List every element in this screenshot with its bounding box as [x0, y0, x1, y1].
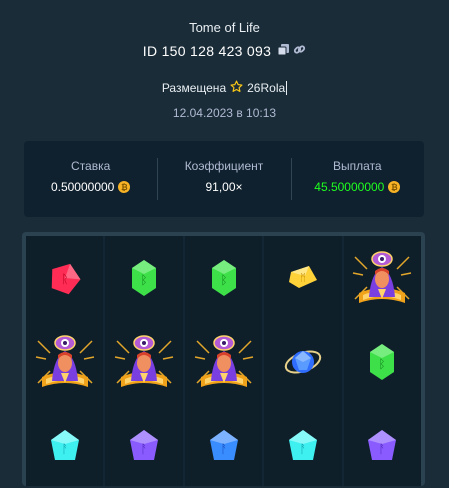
slot-reels: ᚱ ᚨᛒ ᚨᛒ ᚨ ᛗ ᚨ ᛒ ᚨ — [26, 236, 422, 488]
bet-value: 0.50000000 — [50, 180, 115, 194]
svg-text:ᚨ: ᚨ — [141, 442, 148, 456]
username-link[interactable]: 26Rola — [247, 81, 285, 95]
payout-stat: Выплата 45.50000000 ₿ — [290, 141, 424, 217]
game-title: Tome of Life — [189, 20, 260, 35]
bet-stats-panel: Ставка 0.50000000 ₿ Коэффициент 91,00× В… — [24, 141, 424, 217]
payout-label: Выплата — [333, 159, 382, 173]
blue-orb-gem-symbol — [264, 320, 341, 404]
svg-text:ᛒ: ᛒ — [220, 273, 227, 287]
red-rune-gem-symbol: ᚱ — [26, 236, 103, 320]
cyan-rune-gem-symbol: ᚨ — [26, 404, 103, 488]
slot-board: ᚱ ᚨᛒ ᚨᛒ ᚨ ᛗ ᚨ ᛒ ᚨ — [22, 232, 425, 486]
bet-date: 12.04.2023 в 10:13 — [172, 106, 277, 120]
vip-star-icon — [230, 80, 243, 96]
bitcoin-coin-icon: ₿ — [118, 181, 131, 193]
reel-3: ᛒ ᚨ — [184, 236, 263, 488]
placed-by-row: Размещена 26Rola — [0, 80, 449, 96]
blue-rune-gem-symbol: ᚨ — [185, 404, 262, 488]
green-rune-gem-symbol: ᛒ — [105, 236, 182, 320]
payout-value: 45.50000000 — [314, 180, 385, 194]
svg-text:ᚨ: ᚨ — [61, 442, 68, 456]
svg-text:ᚱ: ᚱ — [61, 272, 68, 286]
svg-text:ᛗ: ᛗ — [300, 273, 306, 284]
cyan-rune-gem-symbol: ᚨ — [264, 404, 341, 488]
reel-2: ᛒ ᚨ — [105, 236, 183, 488]
sorceress-wild-symbol — [185, 320, 262, 404]
multiplier-stat: Коэффициент 91,00× — [157, 141, 290, 217]
reel-5: ᛒᚨ — [343, 236, 422, 488]
copy-icon[interactable] — [277, 43, 290, 59]
green-rune-gem-symbol: ᛒ — [185, 236, 262, 320]
bet-id-row: ID 150 128 423 093 — [0, 43, 449, 59]
bet-amount-stat: Ставка 0.50000000 ₿ — [24, 141, 157, 217]
text-cursor — [286, 81, 288, 95]
multiplier-label: Коэффициент — [184, 159, 264, 173]
green-rune-gem-symbol: ᛒ — [344, 320, 421, 404]
svg-text:ᚨ: ᚨ — [220, 442, 227, 456]
bet-label: Ставка — [71, 159, 111, 173]
multiplier-value: 91,00× — [205, 180, 243, 194]
purple-rune-gem-symbol: ᚨ — [105, 404, 182, 488]
link-icon[interactable] — [293, 43, 306, 59]
bet-id: ID 150 128 423 093 — [142, 43, 272, 59]
reel-4: ᛗᚨ — [264, 236, 342, 488]
sorceress-wild-symbol — [26, 320, 103, 404]
bitcoin-coin-icon: ₿ — [388, 181, 401, 193]
svg-text:ᛒ: ᛒ — [141, 273, 148, 287]
purple-rune-gem-symbol: ᚨ — [344, 404, 421, 488]
svg-text:ᚨ: ᚨ — [379, 442, 386, 456]
placed-label: Размещена — [161, 81, 227, 95]
gold-rune-gem-symbol: ᛗ — [264, 236, 341, 320]
sorceress-wild-symbol — [105, 320, 182, 404]
svg-text:ᚨ: ᚨ — [299, 442, 306, 456]
reel-1: ᚱ ᚨ — [26, 236, 104, 488]
svg-text:ᛒ: ᛒ — [379, 357, 386, 371]
sorceress-wild-symbol — [344, 236, 421, 320]
